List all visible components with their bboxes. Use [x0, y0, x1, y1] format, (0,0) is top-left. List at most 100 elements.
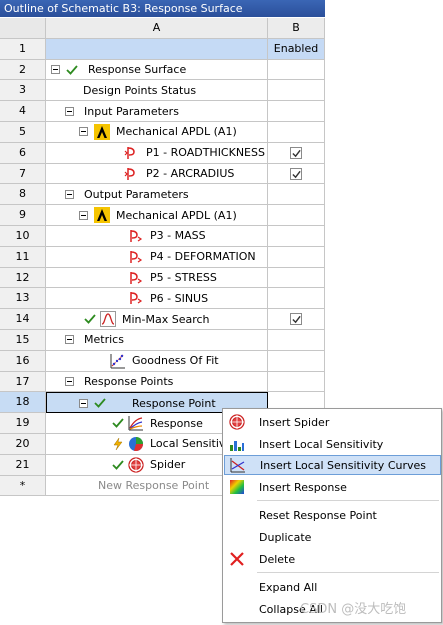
row-number: 17	[0, 371, 46, 393]
tree-item-label: Design Points Status	[83, 83, 197, 97]
row-number: 3	[0, 80, 46, 102]
table-row[interactable]: 3 Design Points Status	[0, 80, 325, 102]
row-number: 21	[0, 454, 46, 476]
lightning-update-icon	[112, 437, 124, 450]
table-row[interactable]: 14 Min-Max Search	[0, 309, 325, 330]
tree-item-label: Mechanical APDL (A1)	[116, 125, 237, 139]
collapse-icon[interactable]	[79, 210, 88, 220]
output-parameter-icon	[128, 249, 144, 265]
column-header-row: A B	[0, 18, 325, 39]
table-row[interactable]: 7 P2 - ARCRADIUS	[0, 163, 325, 185]
menu-item-insert-local-sensitivity-curves[interactable]: Insert Local Sensitivity Curves	[224, 455, 441, 475]
menu-item-label: Reset Response Point	[259, 508, 377, 522]
table-row[interactable]: 16 Goodness Of Fit	[0, 350, 325, 372]
row-number: 7	[0, 163, 46, 185]
min-max-search-icon	[100, 311, 116, 328]
collapse-icon[interactable]	[65, 377, 74, 387]
menu-item-insert-response[interactable]: Insert Response	[224, 477, 441, 497]
collapse-icon[interactable]	[51, 65, 60, 75]
collapse-icon[interactable]	[79, 398, 88, 408]
ansys-logo-icon	[94, 123, 110, 140]
tree-item-label: Output Parameters	[84, 187, 189, 201]
collapse-icon[interactable]	[65, 189, 74, 199]
table-row[interactable]: 9 Mechanical APDL (A1)	[0, 205, 325, 226]
input-parameter-icon	[124, 145, 140, 161]
collapse-icon[interactable]	[65, 106, 74, 116]
tree-item-label: P5 - STRESS	[150, 271, 217, 285]
menu-item-label: Insert Local Sensitivity	[259, 437, 384, 451]
check-icon	[112, 417, 124, 429]
row-number: 11	[0, 246, 46, 268]
menu-item-delete[interactable]: Delete	[224, 549, 441, 569]
row-number: 9	[0, 205, 46, 226]
table-row[interactable]: 6 P1 - ROADTHICKNESS	[0, 142, 325, 164]
column-header-a[interactable]: A	[46, 18, 268, 39]
watermark-text: CSDN @没大吃饱	[300, 602, 407, 617]
menu-item-insert-local-sensitivity[interactable]: Insert Local Sensitivity	[224, 434, 441, 454]
bar-chart-icon	[229, 436, 245, 452]
table-row[interactable]: 4 Input Parameters	[0, 101, 325, 122]
table-row[interactable]: 1 Enabled	[0, 38, 325, 60]
menu-item-reset-response-point[interactable]: Reset Response Point	[224, 505, 441, 525]
spider-chart-icon	[128, 457, 144, 473]
row-number: 15	[0, 329, 46, 351]
tree-item-label: Metrics	[84, 333, 124, 347]
enabled-checkbox[interactable]	[290, 313, 302, 326]
table-row[interactable]: 15 Metrics	[0, 329, 325, 351]
tree-item-label: P6 - SINUS	[150, 291, 209, 305]
check-icon	[84, 313, 96, 325]
row-number: 16	[0, 350, 46, 372]
curves-chart-icon	[230, 457, 246, 473]
row-number: 8	[0, 184, 46, 206]
tree-item-label: Response Surface	[88, 63, 187, 77]
row-number: 10	[0, 225, 46, 247]
check-icon	[66, 64, 78, 76]
menu-item-expand-all[interactable]: Expand All	[224, 577, 441, 597]
tree-item-label: Response	[150, 416, 203, 430]
ansys-logo-icon	[94, 207, 110, 224]
cell-a	[46, 38, 268, 60]
row-number: 4	[0, 101, 46, 122]
tree-item-label: P3 - MASS	[150, 229, 206, 243]
tree-item-label: P4 - DEFORMATION	[150, 250, 256, 264]
row-number: 19	[0, 413, 46, 434]
row-number: 12	[0, 267, 46, 289]
tree-item-label: Spider	[150, 458, 186, 472]
pie-chart-icon	[128, 436, 144, 452]
column-header-b[interactable]: B	[268, 18, 325, 39]
collapse-icon[interactable]	[79, 127, 88, 137]
menu-item-label: Insert Spider	[259, 415, 330, 429]
delete-x-icon	[229, 551, 245, 567]
response-surface-icon	[229, 479, 245, 495]
table-row[interactable]: 10 P3 - MASS	[0, 225, 325, 247]
tree-item-label: Response Points	[84, 375, 174, 389]
menu-item-insert-spider[interactable]: Insert Spider	[224, 412, 441, 432]
table-row[interactable]: 11 P4 - DEFORMATION	[0, 246, 325, 268]
input-parameter-icon	[124, 166, 140, 182]
enabled-checkbox[interactable]	[290, 167, 302, 180]
goodness-of-fit-icon	[110, 353, 126, 369]
spider-chart-icon	[229, 414, 245, 430]
tree-item-label: Min-Max Search	[122, 312, 210, 326]
table-row[interactable]: 2 Response Surface	[0, 59, 325, 81]
output-parameter-icon	[128, 290, 144, 306]
tree-item-label: Response Point	[132, 396, 216, 410]
new-response-point-placeholder[interactable]: New Response Point	[98, 479, 209, 492]
check-icon	[112, 459, 124, 471]
tree-item-label: P1 - ROADTHICKNESS	[146, 146, 265, 160]
table-row[interactable]: 13 P6 - SINUS	[0, 288, 325, 310]
collapse-icon[interactable]	[65, 335, 74, 345]
table-row[interactable]: 12 P5 - STRESS	[0, 267, 325, 289]
menu-separator	[257, 572, 439, 573]
table-row[interactable]: 8 Output Parameters	[0, 184, 325, 206]
row-number: *	[0, 475, 46, 497]
enabled-checkbox[interactable]	[290, 146, 302, 159]
table-row[interactable]: 5 Mechanical APDL (A1)	[0, 121, 325, 143]
menu-item-label: Expand All	[259, 580, 318, 594]
output-parameter-icon	[128, 228, 144, 244]
response-chart-icon	[128, 415, 144, 431]
menu-item-label: Duplicate	[259, 530, 312, 544]
row-number: 6	[0, 142, 46, 164]
table-row[interactable]: 17 Response Points	[0, 371, 325, 393]
menu-item-duplicate[interactable]: Duplicate	[224, 527, 441, 547]
